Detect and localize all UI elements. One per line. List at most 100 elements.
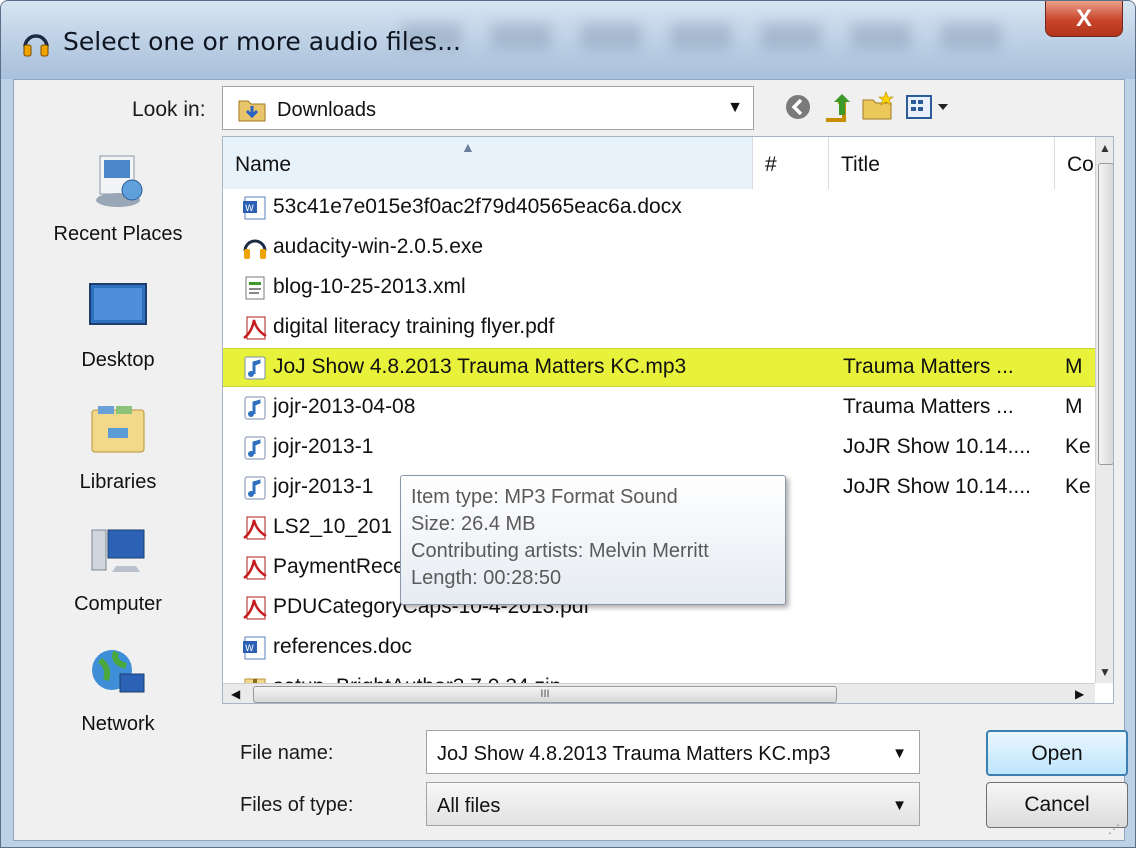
tooltip-artists: Contributing artists: Melvin Merritt [411, 540, 709, 562]
file-title: Trauma Matters ... [843, 355, 1014, 378]
file-list[interactable]: Name ▲ # Title Co W 53c41e7e015e3f0ac2f79… [222, 136, 1114, 704]
sort-ascending-icon: ▲ [461, 139, 475, 155]
blurred-background [401, 23, 1031, 49]
mp3-icon [244, 356, 266, 380]
file-name: digital literacy training flyer.pdf [273, 315, 555, 338]
file-row[interactable]: Wreferences.doc [223, 629, 1095, 666]
nav-recent-places[interactable]: Recent Places [34, 150, 202, 246]
desktop-icon [89, 283, 147, 325]
network-icon [92, 650, 145, 693]
pdf-icon [243, 316, 267, 340]
view-menu-icon[interactable] [904, 90, 952, 124]
scroll-up-icon[interactable]: ▲ [1099, 141, 1111, 155]
file-row[interactable]: blog-10-25-2013.xml [223, 269, 1095, 306]
pdf-icon [243, 556, 267, 580]
horizontal-scroll-thumb[interactable]: III [253, 686, 837, 703]
column-header-contributing-artists[interactable]: Co [1055, 137, 1095, 189]
computer-icon [91, 529, 145, 572]
column-header-number[interactable]: # [753, 137, 829, 189]
word-doc-icon: W [243, 196, 266, 220]
column-header-title[interactable]: Title [829, 137, 1055, 189]
dialog-client-area: Look in: Downloads ▼ Recent Places Deskt… [13, 79, 1128, 841]
tooltip-length: Length: 00:28:50 [411, 567, 562, 589]
nav-desktop[interactable]: Desktop [34, 276, 202, 372]
file-name: jojr-2013-1 [273, 475, 374, 498]
word-doc-icon: W [243, 636, 266, 660]
horizontal-scrollbar[interactable]: ◀ III ▶ [223, 683, 1095, 703]
nav-computer[interactable]: Computer [34, 520, 202, 616]
file-title: Trauma Matters ... [843, 395, 1014, 418]
xml-file-icon [245, 276, 265, 300]
nav-label: Desktop [81, 349, 155, 371]
file-title: JoJR Show 10.14.... [843, 475, 1031, 498]
tooltip-item-type: Item type: MP3 Format Sound [411, 486, 678, 508]
file-row[interactable]: audacity-win-2.0.5.exe [223, 229, 1095, 266]
files-of-type-value: All files [437, 795, 501, 817]
vertical-scrollbar[interactable]: ▲ ▼ [1095, 137, 1113, 683]
file-open-dialog: Select one or more audio files... X Look… [0, 0, 1136, 848]
nav-label: Computer [74, 593, 162, 615]
pdf-icon [243, 596, 267, 620]
file-contributing-artist: Ke [1065, 475, 1091, 498]
nav-network[interactable]: Network [34, 640, 202, 736]
file-info-tooltip: Item type: MP3 Format Sound Size: 26.4 M… [400, 475, 786, 605]
look-in-label: Look in: [132, 98, 206, 121]
chevron-down-icon: ▼ [892, 797, 907, 814]
file-contributing-artist: Ke [1065, 435, 1091, 458]
back-icon[interactable] [780, 90, 816, 124]
files-of-type-dropdown[interactable]: All files ▼ [426, 782, 920, 826]
column-header-name[interactable]: Name [223, 137, 753, 189]
file-contributing-artist: M [1065, 355, 1083, 378]
cancel-button[interactable]: Cancel [986, 782, 1128, 828]
mp3-icon [244, 436, 266, 460]
file-name: audacity-win-2.0.5.exe [273, 235, 484, 258]
file-name-input[interactable]: JoJ Show 4.8.2013 Trauma Matters KC.mp3 … [426, 730, 920, 774]
chevron-down-icon: ▼ [727, 99, 743, 116]
file-name: jojr-2013-04-08 [273, 395, 416, 418]
scroll-down-icon[interactable]: ▼ [1099, 665, 1111, 679]
downloads-folder-icon [238, 100, 266, 122]
vertical-scroll-thumb[interactable] [1098, 163, 1113, 465]
scroll-left-icon[interactable]: ◀ [231, 687, 240, 701]
libraries-icon [91, 406, 145, 453]
file-name: references.doc [273, 635, 412, 658]
file-name: blog-10-25-2013.xml [273, 275, 466, 298]
mp3-icon [244, 476, 266, 500]
files-of-type-label: Files of type: [240, 794, 354, 816]
look-in-value: Downloads [277, 99, 376, 121]
tooltip-size: Size: 26.4 MB [411, 513, 536, 535]
nav-label: Network [81, 713, 155, 735]
mp3-icon [244, 396, 266, 420]
nav-label: Libraries [79, 471, 157, 493]
pdf-icon [243, 516, 267, 540]
file-name: LS2_10_201 [273, 515, 393, 538]
up-folder-icon[interactable] [820, 90, 856, 124]
file-row[interactable]: jojr-2013-04-08 Trauma Matters ... M [223, 389, 1095, 426]
audacity-icon [243, 239, 267, 259]
close-icon: X [1075, 4, 1092, 32]
scroll-right-icon[interactable]: ▶ [1075, 687, 1084, 701]
nav-libraries[interactable]: Libraries [34, 398, 202, 494]
file-name: jojr-2013-1 [273, 435, 374, 458]
file-name: JoJ Show 4.8.2013 Trauma Matters KC.mp3 [273, 355, 687, 378]
svg-text:W: W [245, 644, 254, 654]
file-name-value: JoJ Show 4.8.2013 Trauma Matters KC.mp3 [437, 743, 831, 765]
look-in-dropdown[interactable]: Downloads ▼ [222, 86, 754, 130]
title-bar[interactable]: Select one or more audio files... X [1, 1, 1135, 79]
svg-text:W: W [245, 204, 254, 214]
open-button[interactable]: Open [986, 730, 1128, 776]
file-contributing-artist: M [1065, 395, 1083, 418]
file-title: JoJR Show 10.14.... [843, 435, 1031, 458]
chevron-down-icon[interactable]: ▼ [892, 745, 907, 762]
file-name: 53c41e7e015e3f0ac2f79d40565eac6a.docx [273, 195, 682, 218]
file-row-selected[interactable]: JoJ Show 4.8.2013 Trauma Matters KC.mp3 T… [223, 348, 1096, 387]
new-folder-icon[interactable] [860, 90, 896, 124]
recent-places-icon [96, 155, 143, 207]
window-title: Select one or more audio files... [63, 27, 461, 56]
resize-grip-icon[interactable]: ⋰ [1108, 822, 1120, 836]
file-row[interactable]: jojr-2013-1 JoJR Show 10.14.... Ke [223, 429, 1095, 466]
file-row[interactable]: digital literacy training flyer.pdf [223, 309, 1095, 346]
file-row[interactable]: W 53c41e7e015e3f0ac2f79d40565eac6a.docx [223, 189, 1095, 226]
headphones-icon [23, 34, 49, 57]
close-button[interactable]: X [1045, 1, 1123, 37]
